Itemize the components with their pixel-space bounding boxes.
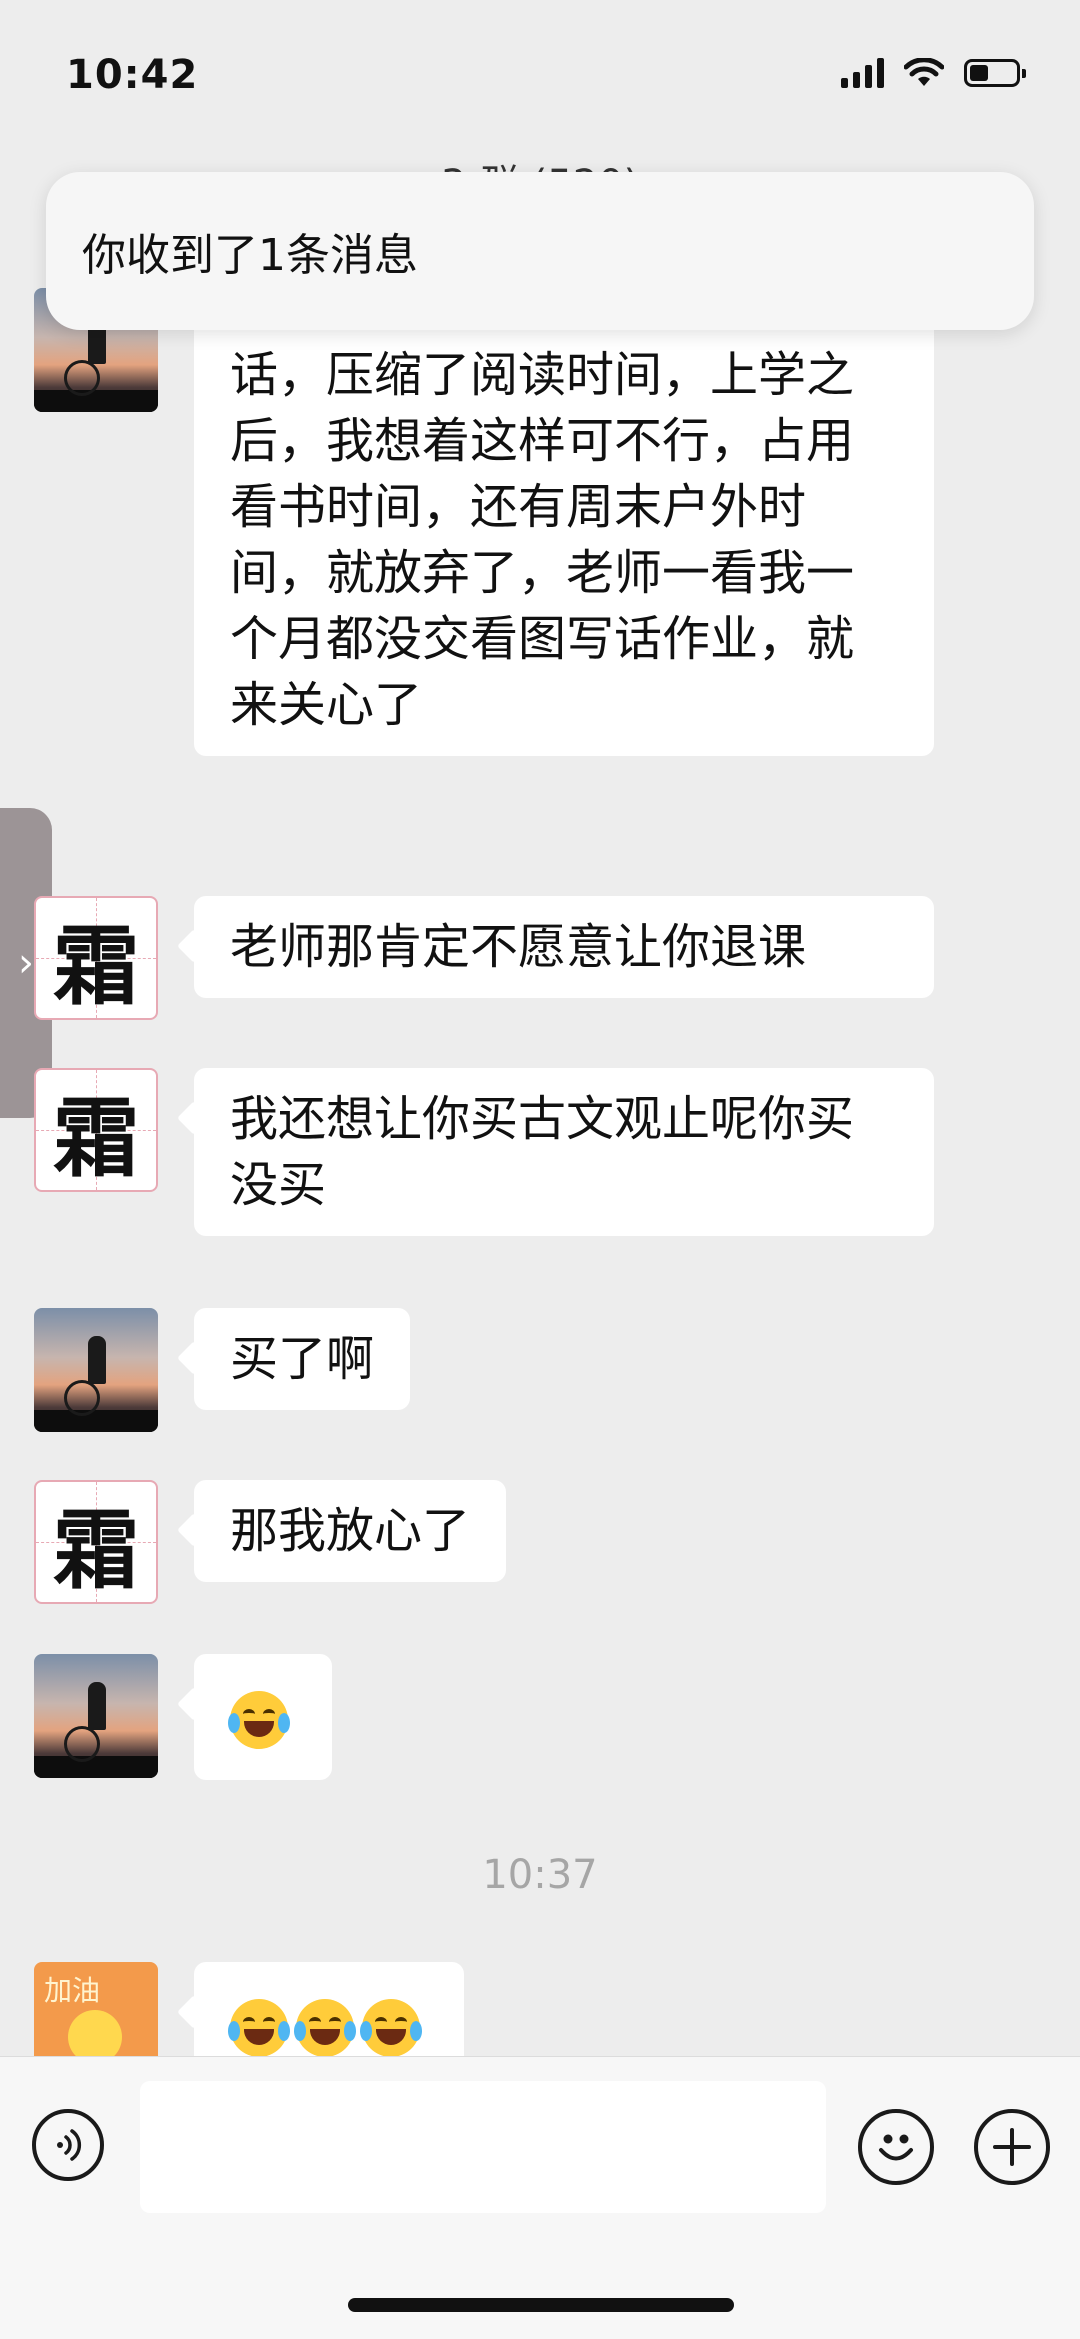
- crying-laughing-emoji-icon: [294, 1999, 356, 2057]
- message-row: [34, 1654, 332, 1780]
- voice-input-icon[interactable]: [32, 2109, 104, 2181]
- wifi-icon: [904, 58, 944, 86]
- message-text: 我还想让你买古文观止呢你买没买: [230, 1091, 855, 1213]
- message-bubble[interactable]: 我还想让你买古文观止呢你买没买: [194, 1068, 934, 1236]
- input-bar: [0, 2056, 1080, 2339]
- message-row: 霜 老师那肯定不愿意让你退课: [34, 896, 934, 1020]
- message-bubble[interactable]: [194, 1654, 332, 1780]
- notification-text: 你收到了1条消息: [82, 230, 418, 281]
- message-timestamp: 10:37: [482, 1852, 598, 1898]
- avatar-bicycle-photo[interactable]: [34, 1308, 158, 1432]
- message-bubble[interactable]: 所以寒假时就offered 看图写话，压缩了阅读时间，上学之后，我想着这样可不行…: [194, 258, 934, 756]
- message-row: 霜 那我放心了: [34, 1480, 507, 1604]
- avatar-character[interactable]: 霜: [34, 1480, 158, 1604]
- status-bar: 10:42: [0, 0, 1080, 150]
- cellular-signal-icon: [841, 58, 884, 88]
- status-icons: [841, 58, 1026, 88]
- status-time: 10:42: [66, 52, 199, 98]
- message-input[interactable]: [140, 2081, 826, 2213]
- message-row: 买了啊: [34, 1308, 411, 1432]
- emoji-icon[interactable]: [858, 2109, 934, 2185]
- message-text: 买了啊: [230, 1331, 375, 1387]
- notification-banner[interactable]: 你收到了1条消息: [46, 172, 1034, 330]
- message-bubble[interactable]: 老师那肯定不愿意让你退课: [194, 896, 934, 998]
- message-bubble[interactable]: 买了啊: [194, 1308, 411, 1410]
- message-row: 霜 我还想让你买古文观止呢你买没买: [34, 1068, 934, 1236]
- crying-laughing-emoji-icon: [360, 1999, 422, 2057]
- message-row: 所以寒假时就offered 看图写话，压缩了阅读时间，上学之后，我想着这样可不行…: [34, 258, 934, 756]
- message-text: 老师那肯定不愿意让你退课: [230, 919, 807, 975]
- message-bubble[interactable]: 那我放心了: [194, 1480, 507, 1582]
- avatar-bicycle-photo[interactable]: [34, 1654, 158, 1778]
- message-text: 那我放心了: [230, 1503, 471, 1559]
- avatar-character[interactable]: 霜: [34, 1068, 158, 1192]
- battery-icon: [964, 59, 1026, 87]
- laughing-tears-emoji-icon: [228, 1691, 290, 1749]
- plus-icon[interactable]: [974, 2109, 1050, 2185]
- crying-laughing-emoji-icon: [228, 1999, 290, 2057]
- home-indicator[interactable]: [348, 2298, 734, 2312]
- avatar-character[interactable]: 霜: [34, 896, 158, 1020]
- message-text: 所以寒假时就offered 看图写话，压缩了阅读时间，上学之后，我想着这样可不行…: [230, 281, 855, 733]
